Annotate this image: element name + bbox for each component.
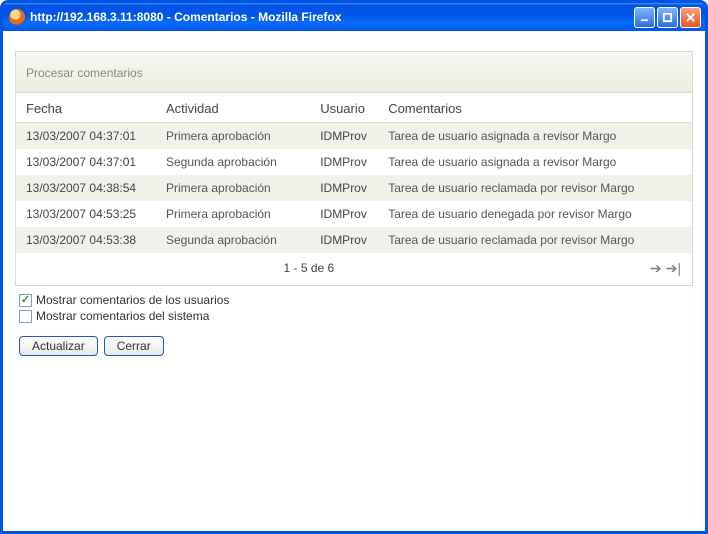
cell-comentario: Tarea de usuario reclamada por revisor M… [378, 227, 692, 253]
table-row: 13/03/2007 04:53:38 Segunda aprobación I… [16, 227, 692, 253]
col-comentarios: Comentarios [378, 93, 692, 123]
cell-comentario: Tarea de usuario reclamada por revisor M… [378, 175, 692, 201]
checkbox-icon[interactable] [19, 294, 32, 307]
maximize-button[interactable] [657, 7, 678, 28]
cell-actividad: Segunda aprobación [156, 149, 310, 175]
checkbox-icon[interactable] [19, 310, 32, 323]
filter-checks: Mostrar comentarios de los usuarios Most… [15, 286, 693, 334]
minimize-button[interactable] [634, 7, 655, 28]
browser-window: http://192.168.3.11:8080 - Comentarios -… [0, 0, 708, 534]
page-content: Procesar comentarios Fecha Actividad Usu… [3, 31, 705, 531]
cell-actividad: Primera aprobación [156, 201, 310, 227]
close-button[interactable]: Cerrar [104, 336, 164, 356]
minimize-icon [639, 12, 650, 23]
cell-usuario: IDMProv [310, 149, 378, 175]
table-row: 13/03/2007 04:53:25 Primera aprobación I… [16, 201, 692, 227]
check-label: Mostrar comentarios del sistema [36, 309, 209, 323]
window-title: http://192.168.3.11:8080 - Comentarios -… [30, 10, 634, 24]
refresh-button[interactable]: Actualizar [19, 336, 98, 356]
close-icon [685, 12, 696, 23]
table-row: 13/03/2007 04:37:01 Primera aprobación I… [16, 123, 692, 150]
cell-usuario: IDMProv [310, 123, 378, 150]
check-label: Mostrar comentarios de los usuarios [36, 293, 229, 307]
titlebar: http://192.168.3.11:8080 - Comentarios -… [3, 3, 705, 31]
next-page-icon[interactable]: ➔ [649, 261, 663, 275]
cell-usuario: IDMProv [310, 227, 378, 253]
check-show-user-comments[interactable]: Mostrar comentarios de los usuarios [19, 292, 689, 308]
maximize-icon [662, 12, 673, 23]
action-buttons: Actualizar Cerrar [15, 334, 693, 368]
cell-fecha: 13/03/2007 04:53:25 [16, 201, 156, 227]
table-row: 13/03/2007 04:37:01 Segunda aprobación I… [16, 149, 692, 175]
cell-comentario: Tarea de usuario denegada por revisor Ma… [378, 201, 692, 227]
cell-fecha: 13/03/2007 04:37:01 [16, 149, 156, 175]
cell-actividad: Primera aprobación [156, 123, 310, 150]
cell-fecha: 13/03/2007 04:38:54 [16, 175, 156, 201]
check-show-system-comments[interactable]: Mostrar comentarios del sistema [19, 308, 689, 324]
table-row: 13/03/2007 04:38:54 Primera aprobación I… [16, 175, 692, 201]
cell-actividad: Primera aprobación [156, 175, 310, 201]
firefox-icon [9, 9, 25, 25]
col-fecha: Fecha [16, 93, 156, 123]
panel-title: Procesar comentarios [16, 52, 692, 93]
cell-fecha: 13/03/2007 04:37:01 [16, 123, 156, 150]
last-page-icon[interactable]: ➔| [665, 261, 682, 275]
cell-comentario: Tarea de usuario asignada a revisor Marg… [378, 123, 692, 150]
cell-comentario: Tarea de usuario asignada a revisor Marg… [378, 149, 692, 175]
table-header-row: Fecha Actividad Usuario Comentarios [16, 93, 692, 123]
window-controls [634, 7, 701, 28]
pager-count: 1 - 5 de 6 [283, 261, 334, 275]
comments-panel: Procesar comentarios Fecha Actividad Usu… [15, 51, 693, 286]
cell-usuario: IDMProv [310, 175, 378, 201]
col-actividad: Actividad [156, 93, 310, 123]
cell-actividad: Segunda aprobación [156, 227, 310, 253]
close-window-button[interactable] [680, 7, 701, 28]
cell-fecha: 13/03/2007 04:53:38 [16, 227, 156, 253]
comments-table: Fecha Actividad Usuario Comentarios 13/0… [16, 93, 692, 253]
col-usuario: Usuario [310, 93, 378, 123]
pager: 1 - 5 de 6 ➔ ➔| [16, 253, 692, 285]
cell-usuario: IDMProv [310, 201, 378, 227]
